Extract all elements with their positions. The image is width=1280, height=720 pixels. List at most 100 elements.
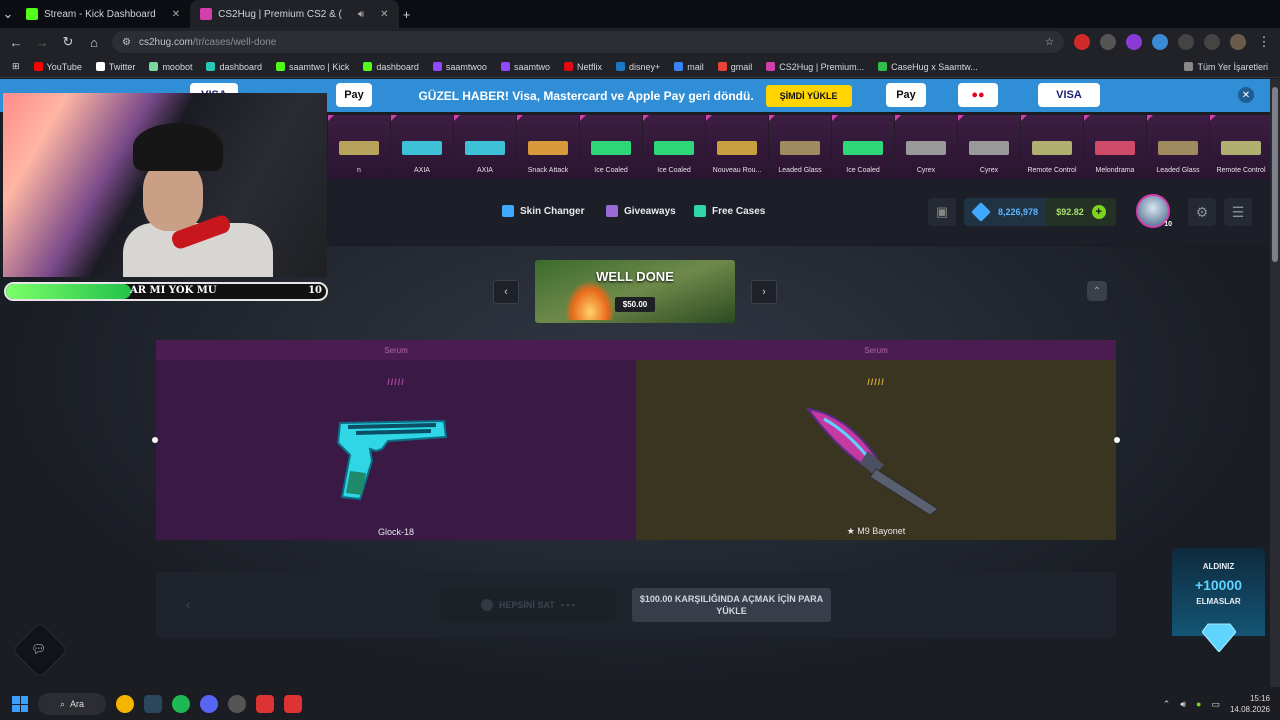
mastercard-logo: ●● [958,83,998,107]
live-drops-strip: n AXIA AXIA Snack Attack Ice Coaled Ice Coale… [328,115,1270,179]
skin-name: Remote Control [1216,167,1266,174]
gift-icon [606,205,618,217]
hamburger-menu-icon[interactable]: ☰ [1224,198,1252,226]
back-icon[interactable]: ← [8,35,24,50]
live-drop-item[interactable]: AXIA [454,115,516,179]
live-drop-item[interactable]: Cyrex [895,115,957,179]
bookmark-item[interactable]: CS2Hug | Premium... [766,62,864,72]
tab-cs2hug[interactable]: CS2Hug | Premium CS2 & ( 🔊︎ ✕ [190,0,399,28]
streamer-face [143,161,203,231]
user-avatar[interactable]: 10 [1136,194,1172,228]
home-icon[interactable]: ⌂ [86,35,102,50]
live-drop-item[interactable]: n [328,115,390,179]
site-info-icon[interactable]: ⚙︎ [122,37,131,48]
nav-free-cases[interactable]: Free Cases [694,205,765,217]
tab-kick-dashboard[interactable]: Stream - Kick Dashboard ✕ [16,0,190,28]
bookmark-item[interactable]: saamtwo | Kick [276,62,349,72]
star-icon [694,205,706,217]
diamond-icon [1202,623,1236,652]
live-drop-item[interactable]: Snack Attack [517,115,579,179]
clock[interactable]: 15:16 14.08.2026 [1230,693,1270,715]
live-drop-item[interactable]: Ice Coaled [643,115,705,179]
glock-image [336,419,448,501]
next-case-button[interactable]: › [751,280,777,304]
close-banner-button[interactable]: ✕ [1238,87,1254,103]
bookmark-item[interactable]: Netflix [563,62,602,72]
taskbar-search[interactable]: ⌕ Ara [38,693,106,715]
live-drop-item[interactable]: Nouveau Rou... [706,115,768,179]
bookmark-item[interactable]: saamtwo [500,62,550,72]
search-icon: ⌕ [59,698,66,709]
steam-icon[interactable] [144,695,162,713]
puzzle-icon[interactable] [1178,34,1194,50]
bookmark-star-icon[interactable]: ☆ [1045,37,1054,48]
diamond-promo[interactable]: ALDINIZ +10000 ELMASLAR [1172,548,1265,652]
live-drop-item[interactable]: AXIA [391,115,453,179]
close-tab-icon[interactable]: ✕ [172,9,180,20]
live-drop-item[interactable]: Cyrex [958,115,1020,179]
profile-avatar[interactable] [1230,34,1246,50]
forward-icon[interactable]: → [34,35,50,50]
live-drop-item[interactable]: Leaded Glass [1147,115,1209,179]
live-drop-item[interactable]: Ice Coaled [580,115,642,179]
live-drop-item[interactable]: Remote Control [1021,115,1083,179]
reload-icon[interactable]: ↻ [60,34,76,50]
bookmark-item[interactable]: CaseHug x Saamtw... [878,62,978,72]
bookmark-item[interactable]: Twitter [95,62,135,72]
page-scrollbar[interactable] [1270,79,1280,687]
live-drop-item[interactable]: Remote Control [1210,115,1270,179]
nav-giveaways[interactable]: Giveaways [606,205,676,217]
discord-icon[interactable] [200,695,218,713]
bookmark-item[interactable]: moobot [149,62,192,72]
app-icon[interactable] [256,695,274,713]
extension-icon[interactable] [1100,34,1116,50]
bookmark-item[interactable]: YouTube [33,62,82,72]
microphone-icon[interactable]: ● [1196,699,1201,709]
obs-icon[interactable] [228,695,246,713]
bookmark-item[interactable]: dashboard [363,62,419,72]
apps-grid-icon[interactable]: ⊞ [12,61,20,72]
spotify-icon[interactable] [172,695,190,713]
history-icon[interactable] [1204,34,1220,50]
windows-start-icon[interactable] [12,696,28,712]
nav-skin-changer[interactable]: Skin Changer [502,205,584,217]
scrollbar-thumb[interactable] [1272,87,1278,262]
extension-icon[interactable] [1074,34,1090,50]
chrome-icon[interactable] [116,695,134,713]
tab-search-icon[interactable]: ⌄ [0,6,16,22]
case-image: WELL DONE $50.00 [535,260,735,323]
add-funds-button[interactable]: + [1091,205,1106,219]
bookmark-item[interactable]: mail [674,62,704,72]
tray-chevron-icon[interactable]: ⌃ [1163,699,1171,710]
live-drop-item[interactable]: Leaded Glass [769,115,831,179]
menu-dots-icon[interactable]: ⋮ [1256,34,1272,50]
topup-now-button[interactable]: ŞİMDİ YÜKLE [765,84,852,107]
bookmark-item[interactable]: dashboard [206,62,262,72]
live-drop-item[interactable]: Melondrama [1084,115,1146,179]
speaker-icon[interactable]: 🔊︎ [358,9,364,20]
bookmark-item[interactable]: gmail [717,62,752,72]
live-drop-item[interactable]: Ice Coaled [832,115,894,179]
gift-button[interactable]: ▣ [928,198,956,226]
back-arrow-button[interactable]: ‹ [170,588,206,620]
system-tray: ⌃ 🔊︎ ● ▭ 15:16 14.08.2026 [1163,688,1270,720]
extension-icon[interactable] [1126,34,1142,50]
apple-pay-logo: Pay [336,83,372,107]
new-tab-button[interactable]: + [399,7,415,22]
topup-to-open-button[interactable]: $100.00 KARŞILIĞINDA AÇMAK İÇİN PARA YÜK… [632,588,831,622]
bookmark-item[interactable]: saamtwoo [432,62,487,72]
network-icon[interactable]: ▭ [1211,699,1220,710]
volume-icon[interactable]: 🔊︎ [1180,699,1186,710]
result-collection: Serum [156,340,636,360]
address-bar[interactable]: ⚙︎ cs2hug.com/tr/cases/well-done ☆ [112,31,1064,53]
all-bookmarks[interactable]: Tüm Yer İşaretleri [1184,62,1268,72]
bookmark-item[interactable]: disney+ [615,62,660,72]
extension-icon[interactable] [1152,34,1168,50]
settings-gear-icon[interactable]: ⚙ [1188,198,1216,226]
balance-widget[interactable]: 8,226,978 $92.82 + [964,198,1116,226]
prev-case-button[interactable]: ‹ [493,280,519,304]
app-icon[interactable] [284,695,302,713]
sell-all-button[interactable]: HEPSİNİ SAT • • • [440,588,616,622]
close-tab-icon[interactable]: ✕ [380,9,388,20]
chevrons-up-icon[interactable]: ⌃ [1087,281,1107,301]
